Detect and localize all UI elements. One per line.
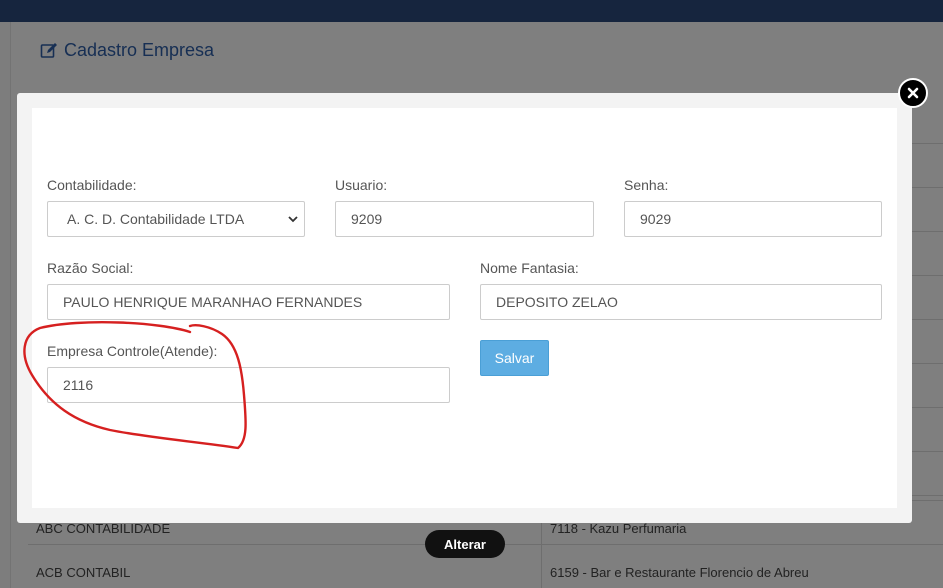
- salvar-button[interactable]: Salvar: [480, 340, 549, 376]
- usuario-input[interactable]: 9209: [335, 201, 594, 237]
- contabilidade-select[interactable]: A. C. D. Contabilidade LTDA: [47, 201, 305, 237]
- chevron-down-icon: [288, 216, 298, 223]
- contabilidade-label: Contabilidade:: [47, 177, 137, 193]
- senha-input[interactable]: 9029: [624, 201, 882, 237]
- empresa-controle-label: Empresa Controle(Atende):: [47, 343, 218, 359]
- empresa-controle-input[interactable]: 2116: [47, 367, 450, 403]
- senha-label: Senha:: [624, 177, 669, 193]
- alterar-button[interactable]: Alterar: [425, 530, 505, 558]
- nome-fantasia-input[interactable]: DEPOSITO ZELAO: [480, 284, 882, 320]
- close-icon: [907, 87, 919, 99]
- close-button[interactable]: [898, 78, 928, 108]
- usuario-label: Usuario:: [335, 177, 388, 193]
- razao-social-input[interactable]: PAULO HENRIQUE MARANHAO FERNANDES: [47, 284, 450, 320]
- cadastro-modal: Contabilidade: A. C. D. Contabilidade LT…: [17, 93, 912, 523]
- nome-fantasia-label: Nome Fantasia:: [480, 260, 579, 276]
- razao-social-label: Razão Social:: [47, 260, 134, 276]
- contabilidade-value: A. C. D. Contabilidade LTDA: [67, 211, 245, 227]
- modal-body: Contabilidade: A. C. D. Contabilidade LT…: [32, 108, 897, 508]
